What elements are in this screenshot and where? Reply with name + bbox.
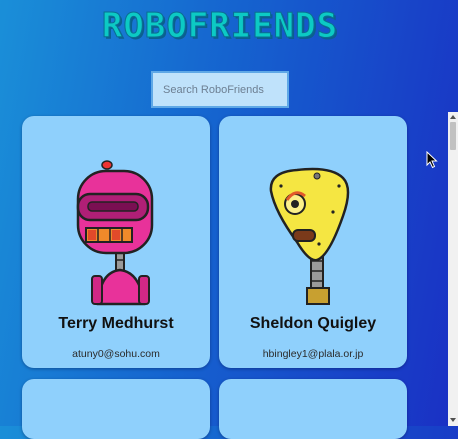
robot-email: atuny0@sohu.com bbox=[72, 348, 160, 360]
robot-card[interactable] bbox=[22, 379, 210, 439]
robot-email: hbingley1@plala.or.jp bbox=[262, 348, 364, 360]
scroll-down-arrow-icon[interactable] bbox=[449, 416, 457, 424]
scrollbar-thumb[interactable] bbox=[450, 122, 456, 150]
robot-card[interactable]: Sheldon Quigley hbingley1@plala.or.jp bbox=[219, 116, 407, 368]
scroll-up-arrow-icon[interactable] bbox=[449, 113, 457, 121]
robot-card[interactable]: Terry Medhurst atuny0@sohu.com bbox=[22, 116, 210, 368]
app-title: ROBOFRIENDS bbox=[101, 6, 339, 47]
robot-name: Sheldon Quigley bbox=[249, 315, 377, 332]
robot-card[interactable] bbox=[219, 379, 407, 439]
search-input[interactable] bbox=[151, 71, 289, 108]
mouse-pointer-icon bbox=[426, 151, 438, 169]
robot-image bbox=[269, 167, 350, 305]
vertical-scrollbar[interactable] bbox=[448, 112, 458, 426]
robot-name: Terry Medhurst bbox=[58, 315, 174, 332]
robot-image bbox=[76, 160, 154, 306]
